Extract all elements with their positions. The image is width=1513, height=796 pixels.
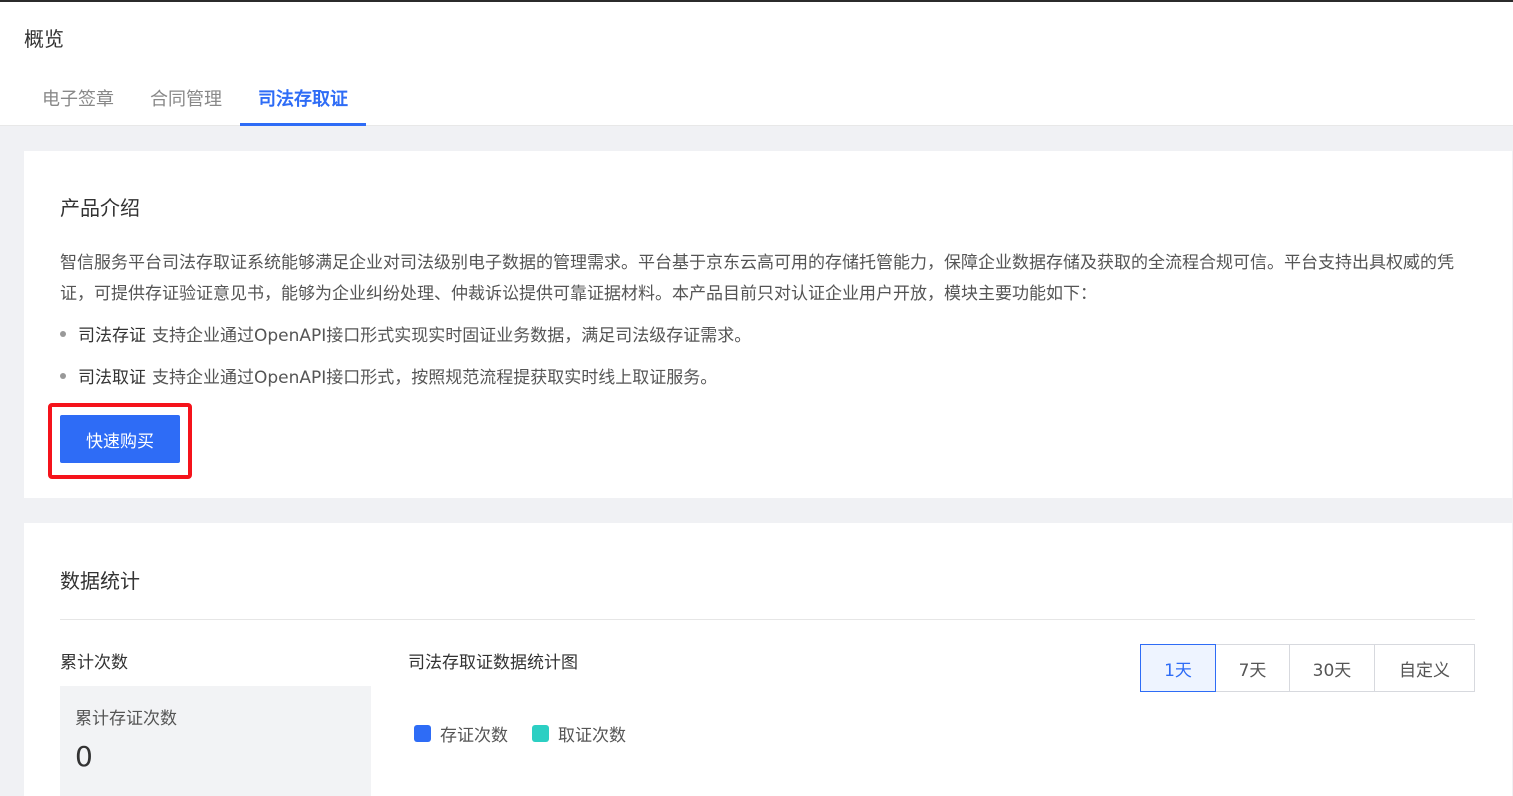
feature-name: 司法取证	[78, 368, 146, 388]
divider	[60, 619, 1475, 620]
legend-swatch-icon	[414, 725, 431, 742]
cumulative-stat-box: 累计存证次数 0	[60, 686, 371, 796]
section-title-intro: 产品介绍	[60, 196, 140, 220]
legend-label: 存证次数	[440, 726, 508, 746]
legend-swatch-icon	[532, 725, 549, 742]
chart-title: 司法存取证数据统计图	[408, 653, 578, 673]
range-1-day-button[interactable]: 1天	[1140, 644, 1216, 692]
page-title: 概览	[24, 27, 64, 51]
bullet-icon	[60, 372, 66, 379]
legend-label: 取证次数	[558, 726, 626, 746]
legend-item-deposit[interactable]: 存证次数	[414, 721, 508, 746]
feature-text: 支持企业通过OpenAPI接口形式实现实时固证业务数据，满足司法级存证需求。	[152, 326, 752, 346]
feature-item: 司法存证 支持企业通过OpenAPI接口形式实现实时固证业务数据，满足司法级存证…	[60, 321, 751, 346]
feature-name: 司法存证	[78, 326, 146, 346]
page-header: 概览 电子签章 合同管理 司法存取证	[0, 2, 1513, 126]
cumulative-title: 累计次数	[60, 653, 128, 673]
range-custom-button[interactable]: 自定义	[1374, 644, 1475, 692]
time-range-selector: 1天 7天 30天 自定义	[1140, 644, 1475, 692]
section-title-stats: 数据统计	[60, 569, 140, 593]
cumulative-value: 0	[75, 740, 93, 773]
tab-bar: 电子签章 合同管理 司法存取证	[24, 73, 366, 126]
data-statistics-card: 数据统计 累计次数 累计存证次数 0 司法存取证数据统计图 1天 7天 30天 …	[24, 523, 1512, 796]
legend-item-retrieval[interactable]: 取证次数	[532, 721, 626, 746]
feature-text: 支持企业通过OpenAPI接口形式，按照规范流程提获取实时线上取证服务。	[152, 368, 718, 388]
feature-item: 司法取证 支持企业通过OpenAPI接口形式，按照规范流程提获取实时线上取证服务…	[60, 363, 717, 388]
tab-contract-management[interactable]: 合同管理	[132, 73, 240, 126]
tab-judicial-evidence[interactable]: 司法存取证	[240, 73, 366, 126]
range-7-days-button[interactable]: 7天	[1215, 644, 1290, 692]
cumulative-label: 累计存证次数	[75, 709, 177, 729]
product-intro-card: 产品介绍 智信服务平台司法存取证系统能够满足企业对司法级别电子数据的管理需求。平…	[24, 151, 1512, 498]
intro-description: 智信服务平台司法存取证系统能够满足企业对司法级别电子数据的管理需求。平台基于京东…	[60, 253, 1454, 304]
tab-e-signature[interactable]: 电子签章	[24, 73, 132, 126]
chart-legend: 存证次数 取证次数	[414, 721, 650, 746]
range-30-days-button[interactable]: 30天	[1289, 644, 1375, 692]
bullet-icon	[60, 330, 66, 337]
quick-buy-button[interactable]: 快速购买	[60, 415, 180, 463]
